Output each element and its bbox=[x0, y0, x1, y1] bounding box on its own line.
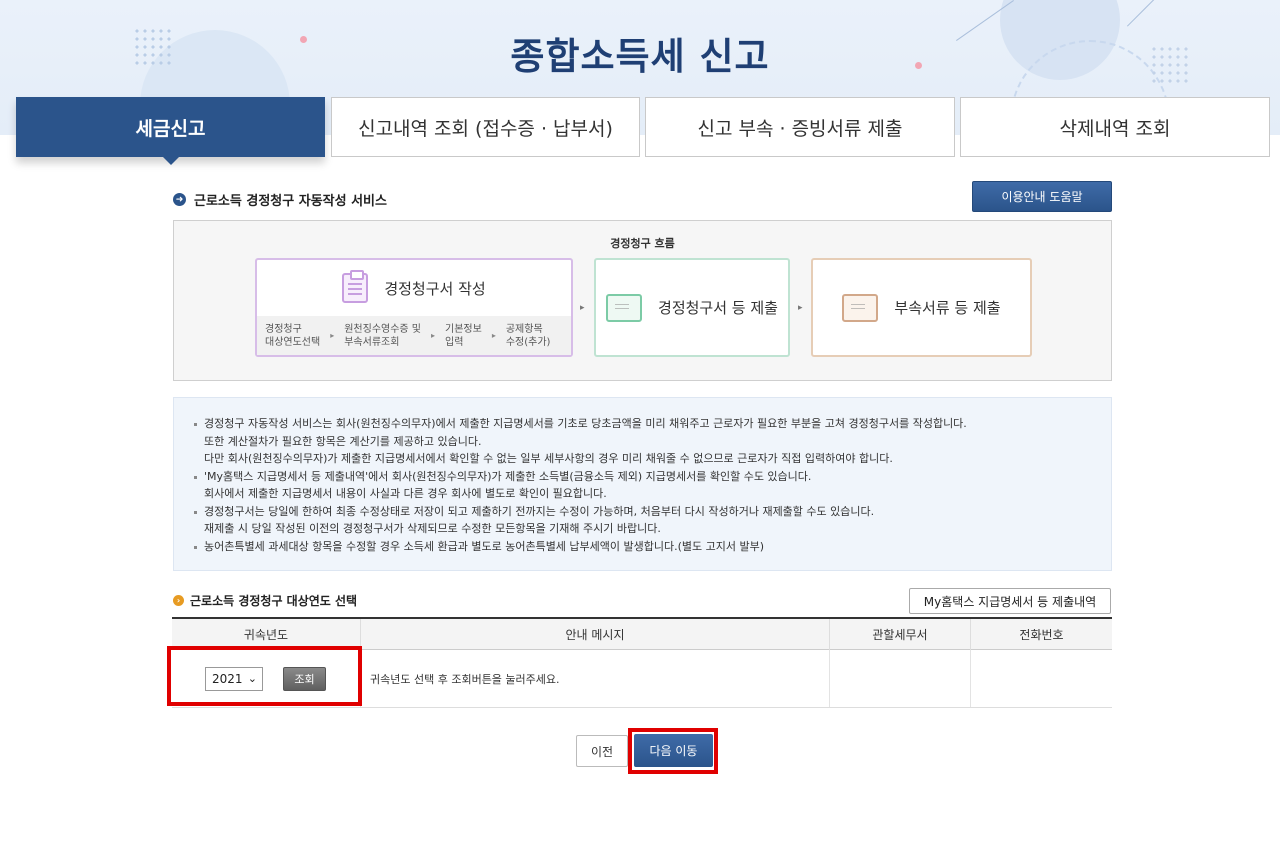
arrow-circle-icon: ➜ bbox=[173, 193, 186, 206]
substep-item: 공제항목 수정(추가) bbox=[505, 323, 551, 348]
step-title: 경정청구서 등 제출 bbox=[658, 299, 778, 317]
column-header: 안내 메시지 bbox=[361, 619, 830, 650]
flow-diagram: 경정청구 흐름 경정청구서 작성 경정청구 대상연도선택 ▸ 원천징수영수증 및부… bbox=[173, 220, 1112, 381]
step-title: 경정청구서 작성 bbox=[384, 279, 486, 298]
my-hometax-statement-button[interactable]: My홈택스 지급명세서 등 제출내역 bbox=[909, 588, 1111, 614]
notice-box: 경정청구 자동작성 서비스는 회사(원천징수의무자)에서 제출한 지급명세서를 … bbox=[173, 397, 1112, 571]
substep-item: 기본정보 입력 bbox=[445, 323, 482, 348]
service-title-text: 근로소득 경정청구 자동작성 서비스 bbox=[194, 194, 387, 209]
phone-cell bbox=[971, 650, 1112, 707]
chevron-right-icon: ▸ bbox=[330, 331, 335, 340]
flow-step-submit: 경정청구서 등 제출 bbox=[594, 258, 790, 357]
clipboard-icon bbox=[342, 270, 369, 303]
year-section-title-text: 근로소득 경정청구 대상연도 선택 bbox=[190, 594, 358, 608]
highlight-box bbox=[167, 646, 362, 706]
document-icon bbox=[842, 293, 879, 322]
service-section-title: ➜ 근로소득 경정청구 자동작성 서비스 bbox=[173, 190, 387, 209]
prev-button[interactable]: 이전 bbox=[576, 735, 628, 767]
notice-item: 농어촌특별세 과세대상 항목을 수정할 경우 소득세 환급과 별도로 농어촌특별… bbox=[194, 538, 1111, 556]
flow-label: 경정청구 흐름 bbox=[610, 237, 675, 250]
tab-tax-filing[interactable]: 세금신고 bbox=[16, 97, 325, 165]
flow-step-write: 경정청구서 작성 경정청구 대상연도선택 ▸ 원천징수영수증 및 부속서류조회 ▸ … bbox=[255, 258, 573, 357]
tax-office-cell bbox=[830, 650, 971, 707]
tab-deleted-history[interactable]: 삭제내역 조회 bbox=[960, 97, 1270, 157]
notice-item: 경정청구서는 당일에 한하여 최종 수정상태로 저장이 되고 제출하기 전까지는… bbox=[194, 503, 1111, 538]
main-tabs: 세금신고 신고내역 조회 (접수증 · 납부서) 신고 부속 · 증빙서류 제출… bbox=[16, 97, 1270, 165]
step-title: 부속서류 등 제출 bbox=[894, 299, 1001, 317]
chevron-right-icon: ▸ bbox=[431, 331, 436, 340]
flow-step-attach: 부속서류 등 제출 bbox=[811, 258, 1032, 357]
chevron-right-icon: ▸ bbox=[580, 303, 585, 313]
tab-document-submit[interactable]: 신고 부속 · 증빙서류 제출 bbox=[645, 97, 955, 157]
notice-item: 'My홈택스 지급명세서 등 제출내역'에서 회사(원천징수의무자)가 제출한 … bbox=[194, 468, 1111, 503]
message-cell: 귀속년도 선택 후 조회버튼을 눌러주세요. bbox=[361, 650, 830, 707]
notice-item: 경정청구 자동작성 서비스는 회사(원천징수의무자)에서 제출한 지급명세서를 … bbox=[194, 415, 1111, 468]
arrow-circle-icon: › bbox=[173, 595, 184, 606]
decor-line bbox=[1126, 0, 1164, 27]
tab-filing-history[interactable]: 신고내역 조회 (접수증 · 납부서) bbox=[331, 97, 640, 157]
year-section-title: › 근로소득 경정청구 대상연도 선택 bbox=[173, 592, 357, 609]
page-title: 종합소득세 신고 bbox=[510, 35, 770, 78]
highlight-box bbox=[628, 728, 718, 774]
chevron-right-icon: ▸ bbox=[798, 303, 803, 313]
chevron-right-icon: ▸ bbox=[491, 331, 496, 340]
substep-list: 경정청구 대상연도선택 ▸ 원천징수영수증 및 부속서류조회 ▸ 기본정보 입력 ▸ … bbox=[257, 316, 571, 355]
document-icon bbox=[606, 293, 643, 322]
column-header: 관할세무서 bbox=[830, 619, 971, 650]
help-guide-button[interactable]: 이용안내 도움말 bbox=[972, 181, 1112, 212]
column-header: 전화번호 bbox=[1019, 628, 1064, 642]
substep-item: 원천징수영수증 및 부속서류조회 bbox=[344, 323, 421, 348]
substep-item: 경정청구 대상연도선택 bbox=[265, 323, 321, 348]
